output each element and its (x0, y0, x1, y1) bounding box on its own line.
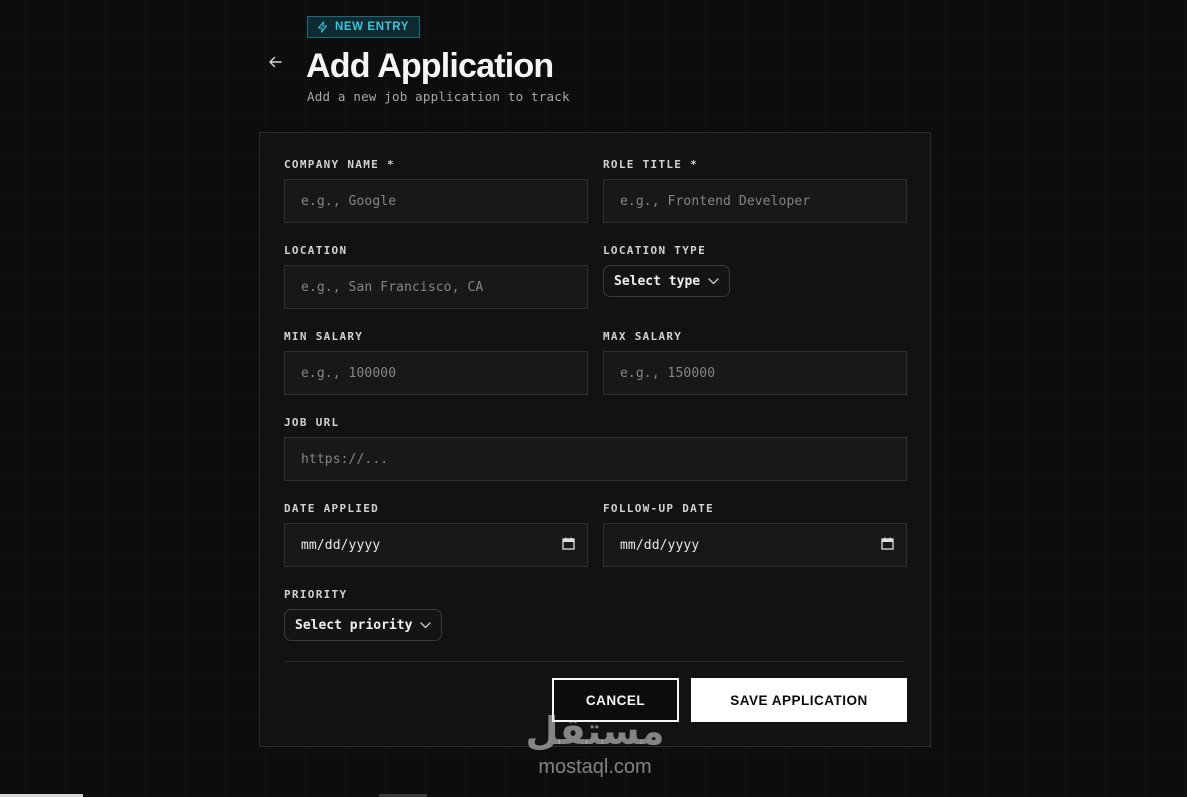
priority-value: Select priority (295, 617, 413, 633)
role-title-label: ROLE TITLE * (603, 158, 699, 171)
date-applied-label: DATE APPLIED (284, 502, 380, 515)
min-salary-placeholder: e.g., 100000 (301, 365, 397, 381)
page-subtitle: Add a new job application to track (307, 89, 570, 104)
location-input[interactable]: e.g., San Francisco, CA (284, 265, 588, 309)
job-url-input[interactable]: https://... (284, 437, 907, 481)
follow-up-date-value: mm/dd/yyyy (620, 537, 700, 553)
page-title: Add Application (306, 47, 554, 85)
location-type-value: Select type (614, 273, 701, 289)
chevron-down-icon (420, 618, 432, 633)
location-type-label: LOCATION TYPE (603, 244, 706, 257)
date-applied-input[interactable]: mm/dd/yyyy (284, 523, 588, 567)
priority-select[interactable]: Select priority (284, 609, 443, 641)
job-url-label: JOB URL (284, 416, 340, 429)
new-entry-badge: NEW ENTRY (307, 16, 420, 38)
max-salary-input[interactable]: e.g., 150000 (603, 351, 907, 395)
follow-up-date-label: FOLLOW-UP DATE (603, 502, 714, 515)
chevron-down-icon (708, 274, 719, 289)
location-placeholder: e.g., San Francisco, CA (301, 279, 484, 295)
max-salary-label: MAX SALARY (603, 330, 683, 343)
calendar-icon[interactable] (881, 537, 894, 554)
min-salary-label: MIN SALARY (284, 330, 364, 343)
form-divider (284, 661, 906, 662)
job-url-placeholder: https://... (301, 451, 389, 467)
mostaql-watermark: مستقل mostaql.com (510, 708, 680, 778)
watermark-latin: mostaql.com (538, 756, 652, 778)
min-salary-input[interactable]: e.g., 100000 (284, 351, 588, 395)
max-salary-placeholder: e.g., 150000 (620, 365, 716, 381)
priority-label: PRIORITY (284, 588, 348, 601)
role-title-placeholder: e.g., Frontend Developer (620, 193, 811, 209)
back-arrow-icon[interactable] (266, 53, 284, 71)
location-label: LOCATION (284, 244, 348, 257)
save-application-button[interactable]: SAVE APPLICATION (691, 678, 907, 722)
application-form: COMPANY NAME * e.g., Google ROLE TITLE *… (259, 132, 931, 747)
company-name-input[interactable]: e.g., Google (284, 179, 588, 223)
calendar-icon[interactable] (562, 537, 575, 554)
location-type-select[interactable]: Select type (603, 265, 731, 297)
badge-label: NEW ENTRY (335, 21, 409, 33)
date-applied-value: mm/dd/yyyy (301, 537, 381, 553)
company-name-label: COMPANY NAME * (284, 158, 395, 171)
company-name-placeholder: e.g., Google (301, 193, 397, 209)
watermark-arabic: مستقل (525, 709, 665, 753)
follow-up-date-input[interactable]: mm/dd/yyyy (603, 523, 907, 567)
role-title-input[interactable]: e.g., Frontend Developer (603, 179, 907, 223)
lightning-icon (317, 21, 328, 33)
